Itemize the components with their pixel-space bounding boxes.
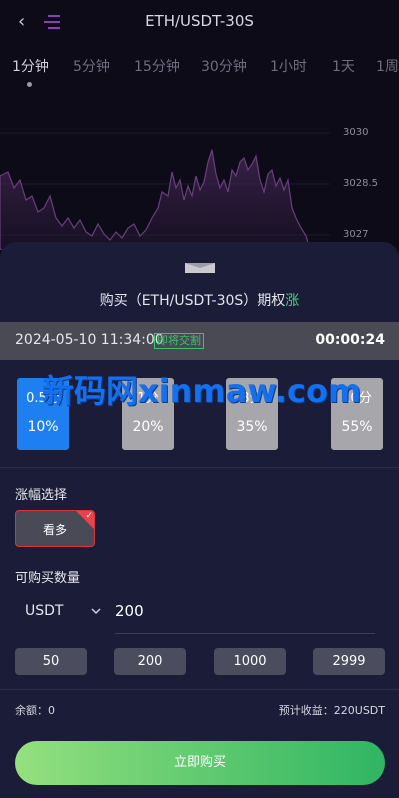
check-icon: ✓ [85, 511, 93, 521]
quick-amount-button[interactable]: 50 [15, 648, 87, 675]
sheet-title: 购买（ETH/USDT-30S）期权涨 [0, 290, 399, 310]
buy-sheet: 购买（ETH/USDT-30S）期权涨 2024-05-10 11:34:00 … [0, 242, 399, 798]
quick-amount-button[interactable]: 200 [114, 648, 186, 675]
period-percent: 10% [27, 419, 59, 435]
divider [0, 689, 399, 690]
price-chart: 3030 3028.5 3027 [0, 100, 399, 251]
balance-text: 余额：0 [15, 704, 55, 717]
y-tick-label: 3027 [343, 229, 369, 240]
period-percent: 55% [341, 419, 373, 435]
sheet-title-prefix: 购买（ETH/USDT-30S）期权 [99, 293, 286, 309]
direction-label: 涨 [285, 293, 300, 309]
tab-1min[interactable]: 1分钟 [12, 56, 49, 76]
expected-profit-text: 预计收益：220USDT [278, 704, 385, 717]
tab-1week[interactable]: 1周 [376, 56, 399, 76]
chart-svg [0, 132, 340, 251]
amount-input[interactable]: 200 [115, 602, 375, 634]
tab-30min[interactable]: 30分钟 [201, 56, 247, 76]
range-label: 涨幅选择 [15, 488, 68, 503]
page: ‹ ETH/USDT-30S 1分钟 5分钟 15分钟 30分钟 1小时 1天 … [0, 0, 399, 798]
buy-now-button[interactable]: 立即购买 [15, 741, 385, 785]
time-tabs: 1分钟 5分钟 15分钟 30分钟 1小时 1天 1周 [0, 56, 399, 80]
currency-select[interactable]: USDT [25, 603, 63, 619]
choice-bullish-button[interactable]: 看多 ✓ [15, 510, 95, 547]
active-tab-indicator [27, 82, 32, 87]
watermark: 新码网xinmaw.com [42, 372, 362, 410]
divider [0, 467, 399, 468]
settlement-bar: 2024-05-10 11:34:00 即将交割 00:00:24 [0, 322, 399, 360]
page-title: ETH/USDT-30S [145, 12, 254, 30]
y-tick-label: 3028.5 [343, 178, 378, 189]
tab-1day[interactable]: 1天 [332, 56, 355, 76]
tab-5min[interactable]: 5分钟 [73, 56, 110, 76]
period-percent: 35% [236, 419, 268, 435]
tab-1hour[interactable]: 1小时 [270, 56, 307, 76]
period-percent: 20% [132, 419, 164, 435]
sheet-handle-icon[interactable] [185, 263, 215, 273]
countdown-timer: 00:00:24 [315, 332, 385, 348]
quantity-label: 可购买数量 [15, 571, 81, 586]
settlement-datetime: 2024-05-10 11:34:00 [15, 332, 164, 348]
chevron-down-icon[interactable] [91, 606, 101, 616]
tab-15min[interactable]: 15分钟 [134, 56, 180, 76]
quick-amount-button[interactable]: 2999 [313, 648, 385, 675]
header: ‹ ETH/USDT-30S [0, 0, 399, 46]
status-badge: 即将交割 [154, 333, 204, 349]
price-area [0, 149, 311, 251]
y-tick-label: 3030 [343, 127, 369, 138]
quick-amount-button[interactable]: 1000 [214, 648, 286, 675]
